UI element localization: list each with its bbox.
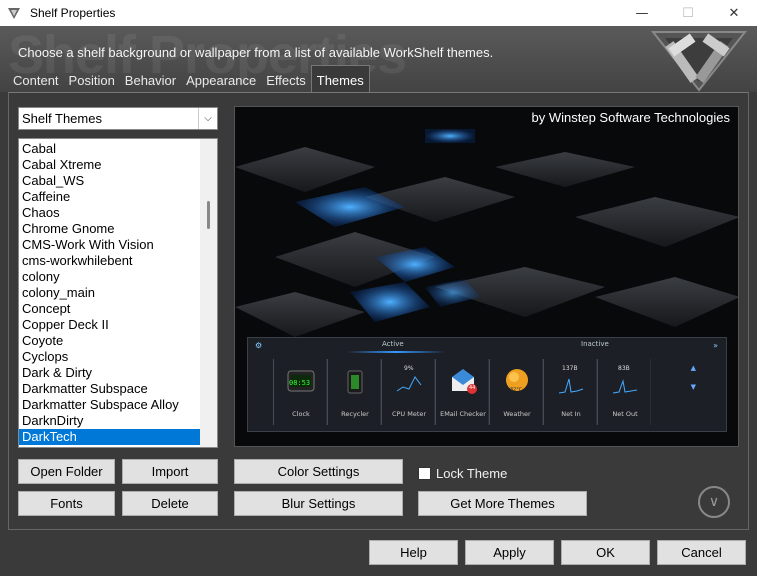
scrollbar-thumb[interactable] xyxy=(207,201,210,229)
shelf-item-net-out: 83B Net Out xyxy=(597,359,651,425)
net-out-value: 83B xyxy=(618,365,630,372)
shelf-item-email-checker: 44 EMail Checker xyxy=(435,359,489,425)
theme-list-item[interactable]: CMS-Work With Vision xyxy=(19,237,202,253)
preview-shelf: ⚙ Active Inactive » 08:53 Clock Recycler… xyxy=(247,337,727,432)
import-button[interactable]: Import xyxy=(122,459,218,484)
close-button[interactable]: ✕ xyxy=(711,0,757,26)
tab-effects[interactable]: Effects xyxy=(261,67,311,92)
shelf-item-label: Clock xyxy=(292,410,310,418)
theme-preview: by Winstep Software Technologies ⚙ Activ… xyxy=(234,106,739,447)
theme-list-item[interactable]: Darkmatter Subspace Alloy xyxy=(19,397,202,413)
theme-list-item[interactable]: Cabal_WS xyxy=(19,173,202,189)
shelf-tab-inactive: Inactive xyxy=(581,340,609,348)
shelf-item-label: Weather xyxy=(503,410,531,418)
theme-category-value: Shelf Themes xyxy=(22,111,102,126)
help-button[interactable]: Help xyxy=(369,540,458,565)
cancel-button[interactable]: Cancel xyxy=(657,540,746,565)
window-title: Shelf Properties xyxy=(30,6,116,20)
checkbox-box[interactable] xyxy=(418,467,431,480)
cpu-value: 9% xyxy=(404,365,414,372)
theme-list[interactable]: Cabal Cabal Xtreme Cabal_WS Caffeine Chaos Ch… xyxy=(18,138,218,448)
theme-list-item[interactable]: Copper Deck II xyxy=(19,317,202,333)
chevron-down-icon[interactable]: ⌵ xyxy=(198,108,217,129)
collapse-chevron-icon[interactable]: ∨ xyxy=(698,486,730,518)
tab-content[interactable]: Content xyxy=(8,67,64,92)
theme-list-item[interactable]: colony_main xyxy=(19,285,202,301)
shelf-scroll-up-icon: ▲ xyxy=(690,364,696,372)
minimize-button[interactable]: — xyxy=(619,0,665,26)
theme-list-item[interactable]: Cabal xyxy=(19,141,202,157)
shelf-item-label: Recycler xyxy=(341,410,369,418)
header-banner: Shelf Properties Choose a shelf backgrou… xyxy=(0,26,757,92)
title-bar: Shelf Properties — ☐ ✕ xyxy=(0,0,757,26)
fonts-button[interactable]: Fonts xyxy=(18,491,115,516)
get-more-themes-button[interactable]: Get More Themes xyxy=(418,491,587,516)
theme-category-select[interactable]: Shelf Themes ⌵ xyxy=(18,107,218,130)
theme-list-item[interactable]: Caffeine xyxy=(19,189,202,205)
shelf-item-recycler: Recycler xyxy=(327,359,381,425)
gear-icon: ⚙ xyxy=(255,341,263,350)
shelf-item-label: Net Out xyxy=(612,410,638,418)
shelf-item-label: CPU Meter xyxy=(391,410,427,418)
delete-button[interactable]: Delete xyxy=(122,491,218,516)
ok-button[interactable]: OK xyxy=(561,540,650,565)
lock-theme-checkbox[interactable]: Lock Theme xyxy=(418,466,507,481)
recycle-bin-icon xyxy=(347,370,363,394)
shelf-item-clock: 08:53 Clock xyxy=(273,359,327,425)
tab-behavior[interactable]: Behavior xyxy=(120,67,181,92)
theme-list-item[interactable]: Cabal Xtreme xyxy=(19,157,202,173)
lock-theme-label: Lock Theme xyxy=(436,466,508,481)
theme-list-item[interactable]: colony xyxy=(19,269,202,285)
theme-list-item[interactable]: Cyclops xyxy=(19,349,202,365)
weather-value: 32°C xyxy=(510,387,523,393)
theme-list-item[interactable]: Concept xyxy=(19,301,202,317)
email-count: 44 xyxy=(469,385,476,391)
shelf-scroll-down-icon: ▼ xyxy=(690,383,696,391)
tab-appearance[interactable]: Appearance xyxy=(181,67,261,92)
tab-position[interactable]: Position xyxy=(64,67,120,92)
shelf-item-weather: 32°C Weather xyxy=(489,359,543,425)
clock-value: 08:53 xyxy=(289,379,311,387)
active-tab-indicator xyxy=(346,351,446,353)
banner-description: Choose a shelf background or wallpaper f… xyxy=(18,45,494,60)
theme-list-scrollbar[interactable] xyxy=(200,139,217,447)
shelf-item-label: Net In xyxy=(561,410,581,418)
shelf-item-label: EMail Checker xyxy=(440,410,486,418)
theme-list-item[interactable]: Darkmatter Subspace xyxy=(19,381,202,397)
tools-logo-icon xyxy=(647,26,751,92)
theme-list-item[interactable]: DarkTech xyxy=(19,429,202,445)
preview-credit: by Winstep Software Technologies xyxy=(531,110,730,125)
theme-list-item[interactable]: Coyote xyxy=(19,333,202,349)
theme-list-item[interactable]: Dark & Dirty xyxy=(19,365,202,381)
shelf-tab-active: Active xyxy=(382,340,404,348)
maximize-button: ☐ xyxy=(682,5,694,21)
open-folder-button[interactable]: Open Folder xyxy=(18,459,115,484)
shelf-item-cpu-meter: 9% CPU Meter xyxy=(381,359,435,425)
theme-list-item[interactable]: Chrome Gnome xyxy=(19,221,202,237)
blur-settings-button[interactable]: Blur Settings xyxy=(234,491,403,516)
theme-list-item[interactable]: cms-workwhilebent xyxy=(19,253,202,269)
theme-list-item[interactable]: Chaos xyxy=(19,205,202,221)
shelf-item-net-in: 137B Net In xyxy=(543,359,597,425)
theme-list-item[interactable]: DarknDirty xyxy=(19,413,202,429)
net-in-value: 137B xyxy=(562,365,578,372)
double-chevron-icon: » xyxy=(713,341,718,350)
winstep-app-icon xyxy=(6,5,22,21)
tab-themes[interactable]: Themes xyxy=(310,65,370,92)
apply-button[interactable]: Apply xyxy=(465,540,554,565)
color-settings-button[interactable]: Color Settings xyxy=(234,459,403,484)
